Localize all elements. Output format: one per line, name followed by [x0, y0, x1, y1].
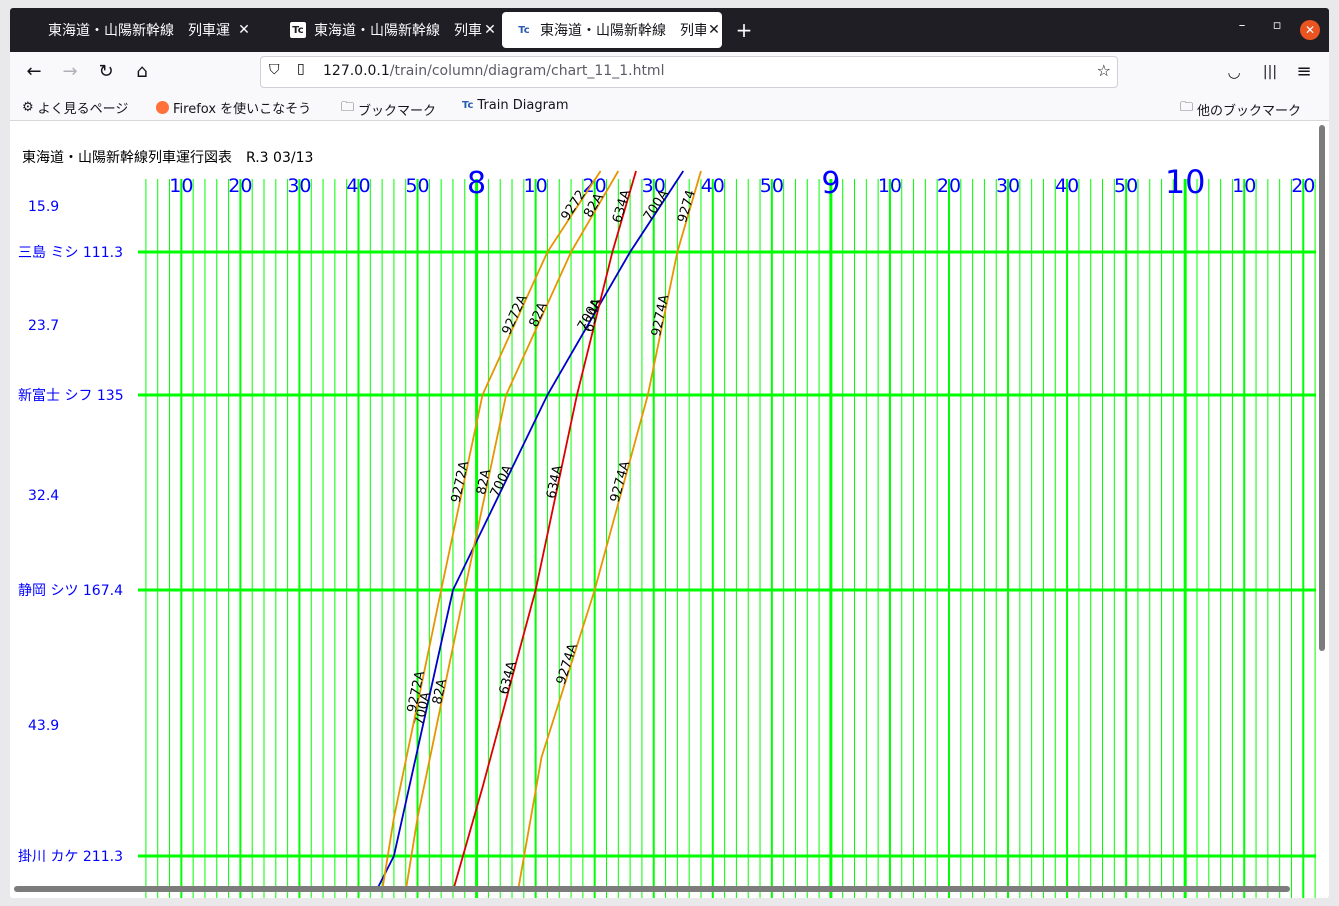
- train-line-700A: [375, 170, 685, 892]
- tab-2-title: 東海道・山陽新幹線 列車運: [314, 23, 482, 39]
- time-tick-label: 40: [701, 175, 725, 197]
- time-tick-label: 20: [228, 175, 252, 197]
- page-icon: ▯: [297, 61, 305, 77]
- station-label: 新富士 シフ 135: [18, 387, 124, 404]
- bookmarks-toolbar: ⚙ よく見るページ Firefox を使いこなそう 🗀 ブックマーク Tc Train…: [10, 94, 1329, 121]
- close-tab-icon[interactable]: ✕: [706, 22, 722, 38]
- time-tick-label: 10: [524, 175, 548, 197]
- browser-window: 東海道・山陽新幹線 列車運 ✕ Tc 東海道・山陽新幹線 列車運 ✕ Tc 東海…: [10, 8, 1329, 898]
- forward-icon[interactable]: →: [58, 60, 82, 84]
- close-window-icon[interactable]: ✕: [1300, 20, 1320, 40]
- other-bookmarks-label: 他のブックマーク: [1197, 103, 1302, 119]
- tab-3[interactable]: Tc 東海道・山陽新幹線 列車運 ✕: [502, 12, 722, 48]
- url-text[interactable]: 127.0.0.1/train/column/diagram/chart_11_…: [323, 63, 664, 79]
- menu-icon[interactable]: ≡: [1292, 60, 1316, 84]
- time-tick-label: 40: [346, 175, 370, 197]
- pocket-icon[interactable]: ◡: [1222, 60, 1246, 84]
- address-bar[interactable]: ⛉ ▯ 127.0.0.1/train/column/diagram/chart…: [260, 56, 1118, 88]
- tab-3-title: 東海道・山陽新幹線 列車運: [540, 23, 706, 39]
- bookmark-most-visited[interactable]: ⚙ よく見るページ: [22, 98, 128, 117]
- gear-icon: ⚙: [22, 100, 34, 115]
- train-line-9274A: [517, 170, 702, 892]
- minimize-icon[interactable]: –: [1232, 18, 1252, 33]
- train-diagram-icon: Tc: [290, 22, 306, 38]
- library-icon[interactable]: |||: [1258, 60, 1282, 84]
- time-tick-label: 40: [1055, 175, 1079, 197]
- station-label: 静岡 シツ 167.4: [18, 583, 123, 599]
- time-tick-label: 10: [169, 175, 193, 197]
- time-tick-label: 30: [996, 175, 1020, 197]
- blank-page-icon: [24, 22, 40, 38]
- new-tab-button[interactable]: +: [732, 18, 756, 42]
- train-label: 9272A: [500, 293, 531, 338]
- segment-distance-label: 32.4: [28, 488, 59, 504]
- time-tick-label: 50: [1114, 175, 1138, 197]
- train-line-634A: [452, 170, 637, 892]
- other-bookmarks[interactable]: 🗀 他のブックマーク: [1180, 98, 1301, 120]
- tab-1-title: 東海道・山陽新幹線 列車運: [48, 23, 230, 39]
- navigation-bar: ← → ↻ ⌂ ⛉ ▯ 127.0.0.1/train/column/diagr…: [10, 52, 1329, 92]
- time-tick-label: 10: [1165, 163, 1206, 201]
- vertical-scrollbar[interactable]: [1319, 125, 1325, 651]
- segment-distance-label: 15.9: [28, 199, 59, 215]
- horizontal-scrollbar[interactable]: [14, 886, 1290, 892]
- station-label: 三島 ミシ 111.3: [18, 245, 123, 261]
- folder-icon: 🗀: [1180, 100, 1194, 115]
- train-label: 634A: [582, 297, 605, 333]
- time-tick-label: 50: [405, 175, 429, 197]
- bookmark-folder[interactable]: 🗀 ブックマーク: [341, 98, 436, 120]
- page-content: 東海道・山陽新幹線列車運行図表 R.3 03/13 10 20 30 40 50 8 10 2…: [10, 121, 1329, 898]
- time-tick-label: 10: [878, 175, 902, 197]
- folder-icon: 🗀: [341, 100, 355, 115]
- shield-icon[interactable]: ⛉: [269, 62, 280, 78]
- train-label: 9274: [675, 188, 699, 224]
- station-label: 掛川 カケ 211.3: [18, 849, 123, 865]
- bookmark-label: ブックマーク: [358, 103, 437, 119]
- train-diagram-chart: 10 20 30 40 50 8 10 20 30 40 50 9 10 20 30 40 50 10 10 20三島…: [18, 163, 1316, 898]
- url-host: 127.0.0.1: [323, 63, 390, 79]
- train-diagram-icon: Tc: [518, 24, 530, 36]
- train-label: 9274A: [554, 642, 581, 687]
- time-tick-label: 20: [937, 175, 961, 197]
- time-tick-label: 8: [467, 166, 486, 201]
- bookmark-firefox[interactable]: Firefox を使いこなそう: [156, 98, 311, 117]
- segment-distance-label: 43.9: [28, 718, 59, 734]
- time-tick-label: 9: [821, 166, 840, 201]
- time-tick-label: 20: [1291, 175, 1315, 197]
- train-label: 9274A: [608, 460, 634, 505]
- bookmark-train-diagram[interactable]: Tc Train Diagram: [462, 98, 569, 113]
- bookmark-label: よく見るページ: [37, 102, 129, 117]
- train-label: 9274A: [649, 293, 672, 337]
- url-path: /train/column/diagram/chart_11_1.html: [389, 63, 665, 79]
- time-tick-label: 50: [760, 175, 784, 197]
- close-tab-icon[interactable]: ✕: [482, 22, 498, 38]
- close-tab-icon[interactable]: ✕: [236, 22, 252, 38]
- tab-1[interactable]: 東海道・山陽新幹線 列車運 ✕: [10, 12, 272, 48]
- segment-distance-label: 23.7: [28, 318, 59, 334]
- tab-bar: 東海道・山陽新幹線 列車運 ✕ Tc 東海道・山陽新幹線 列車運 ✕ Tc 東海…: [10, 8, 1329, 52]
- train-line-9272A: [381, 170, 602, 892]
- time-tick-label: 10: [1232, 175, 1256, 197]
- train-diagram-icon: Tc: [462, 100, 474, 111]
- reload-icon[interactable]: ↻: [94, 60, 118, 84]
- firefox-icon: [156, 101, 169, 114]
- maximize-icon[interactable]: ▫: [1267, 18, 1287, 33]
- home-icon[interactable]: ⌂: [130, 60, 154, 84]
- time-tick-label: 30: [287, 175, 311, 197]
- bookmark-label: Train Diagram: [477, 98, 569, 113]
- bookmark-label: Firefox を使いこなそう: [173, 102, 312, 117]
- tab-2[interactable]: Tc 東海道・山陽新幹線 列車運 ✕: [276, 12, 498, 48]
- back-icon[interactable]: ←: [22, 60, 46, 84]
- train-label: 9272A: [449, 460, 472, 504]
- bookmark-star-icon[interactable]: ☆: [1097, 61, 1111, 80]
